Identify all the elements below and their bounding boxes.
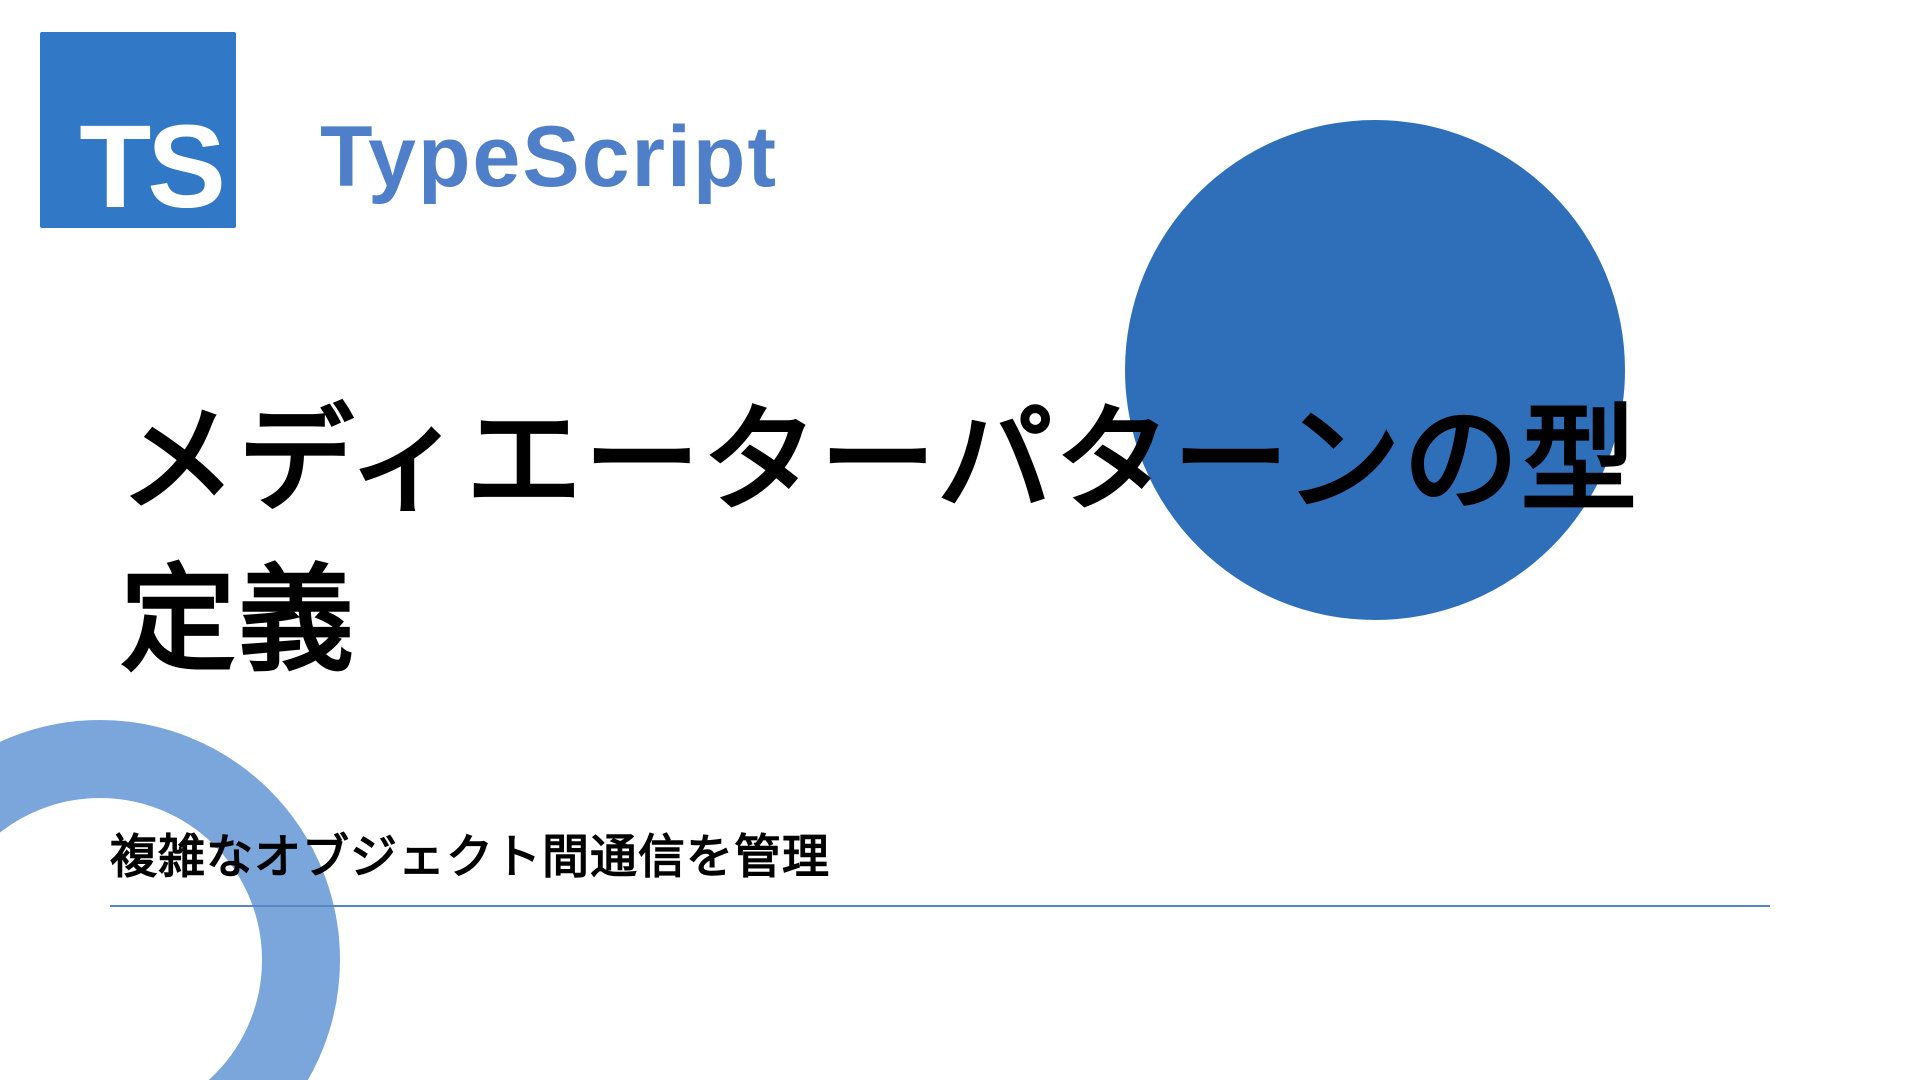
- horizontal-rule: [110, 905, 1770, 907]
- subtitle-block: 複雑なオブジェクト間通信を管理: [110, 818, 1770, 907]
- slide-subtitle: 複雑なオブジェクト間通信を管理: [110, 818, 1770, 905]
- slide: TS TypeScript メディエーターパターンの型定義 複雑なオブジェクト間…: [0, 0, 1920, 1080]
- slide-title: メディエーターパターンの型定義: [120, 380, 1640, 700]
- typescript-logo: TS: [40, 32, 236, 228]
- brand-name: TypeScript: [320, 108, 778, 207]
- logo-text: TS: [79, 108, 222, 226]
